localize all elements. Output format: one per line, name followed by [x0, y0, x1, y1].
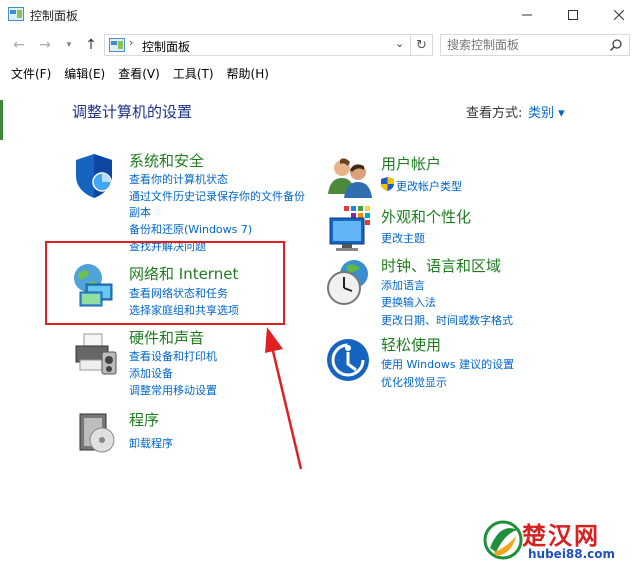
link-devices-printers[interactable]: 查看设备和打印机	[129, 348, 217, 364]
watermark-logo-icon	[483, 520, 523, 560]
link-change-theme[interactable]: 更改主题	[381, 230, 425, 246]
category-user-accounts-title[interactable]: 用户帐户	[381, 153, 441, 174]
chevron-down-icon: ▾	[66, 40, 72, 50]
link-change-input-method[interactable]: 更换输入法	[381, 294, 436, 310]
refresh-icon: ↻	[416, 37, 427, 53]
address-dropdown-icon[interactable]: ⌄	[395, 37, 404, 50]
back-arrow-icon: ←	[13, 37, 25, 53]
refresh-button[interactable]: ↻	[411, 34, 433, 56]
menu-file[interactable]: 文件(F)	[8, 62, 54, 84]
close-button[interactable]	[596, 0, 640, 30]
search-icon[interactable]	[609, 38, 623, 52]
control-panel-icon	[8, 7, 24, 21]
link-backup-restore[interactable]: 备份和还原(Windows 7)	[129, 221, 252, 237]
category-clock-region-title[interactable]: 时钟、语言和区域	[381, 255, 501, 276]
link-mobility-settings[interactable]: 调整常用移动设置	[129, 382, 217, 398]
highlight-box	[45, 241, 285, 325]
address-bar[interactable]: › 控制面板 ⌄	[104, 34, 411, 56]
minimize-icon	[522, 14, 532, 16]
annotation-arrow	[265, 327, 303, 470]
up-button[interactable]: ↑	[82, 36, 100, 54]
menu-edit[interactable]: 编辑(E)	[61, 62, 108, 84]
uac-shield-icon	[381, 177, 394, 191]
breadcrumb-separator-icon[interactable]: ›	[129, 36, 133, 49]
up-arrow-icon: ↑	[85, 37, 97, 53]
link-add-language[interactable]: 添加语言	[381, 277, 425, 293]
watermark-name: 楚汉网	[522, 522, 600, 550]
view-by-dropdown[interactable]: 类别 ▾	[528, 102, 565, 121]
link-windows-suggested-settings[interactable]: 使用 Windows 建议的设置	[381, 356, 514, 372]
maximize-button[interactable]	[550, 0, 596, 30]
link-optimize-visual-display[interactable]: 优化视觉显示	[381, 374, 447, 390]
link-uninstall-program[interactable]: 卸载程序	[129, 435, 173, 451]
watermark: 楚汉网 hubei88.com	[480, 516, 640, 564]
maximize-icon	[568, 10, 578, 20]
category-hardware-sound-title[interactable]: 硬件和声音	[129, 327, 204, 348]
printer-icon	[75, 333, 117, 375]
close-icon	[614, 10, 624, 20]
forward-arrow-icon: →	[39, 37, 51, 53]
search-box[interactable]	[440, 34, 630, 56]
ease-of-access-icon	[327, 339, 369, 381]
link-change-date-time-format[interactable]: 更改日期、时间或数字格式	[381, 312, 513, 328]
page-title: 调整计算机的设置	[72, 103, 193, 121]
view-by-label: 查看方式:	[466, 106, 523, 121]
link-file-history[interactable]: 通过文件历史记录保存你的文件备份	[129, 188, 305, 204]
menu-tools[interactable]: 工具(T)	[170, 62, 217, 84]
recent-locations-button[interactable]: ▾	[60, 36, 78, 54]
appearance-monitor-icon	[329, 206, 370, 251]
title-bar: 控制面板	[0, 0, 640, 30]
category-ease-of-access-title[interactable]: 轻松使用	[381, 334, 441, 355]
back-button[interactable]: ←	[10, 36, 28, 54]
category-programs-title[interactable]: 程序	[129, 409, 159, 430]
forward-button[interactable]: →	[36, 36, 54, 54]
minimize-button[interactable]	[504, 0, 550, 30]
search-input[interactable]	[441, 35, 601, 55]
window-title: 控制面板	[30, 9, 79, 23]
link-add-device[interactable]: 添加设备	[129, 365, 173, 381]
link-file-history-cont[interactable]: 副本	[129, 204, 151, 220]
link-view-computer-status[interactable]: 查看你的计算机状态	[129, 171, 228, 187]
window-edge-accent	[0, 100, 3, 140]
control-panel-icon	[109, 38, 125, 52]
menu-help[interactable]: 帮助(H)	[224, 62, 272, 84]
category-system-security-title[interactable]: 系统和安全	[129, 150, 204, 171]
category-appearance-title[interactable]: 外观和个性化	[381, 206, 471, 227]
menu-bar: 文件(F) 编辑(E) 查看(V) 工具(T) 帮助(H)	[0, 62, 640, 84]
clock-globe-icon	[327, 260, 368, 305]
navigation-bar: ← → ▾ ↑ › 控制面板 ⌄ ↻	[0, 30, 640, 60]
menu-view[interactable]: 查看(V)	[115, 62, 163, 84]
breadcrumb-control-panel[interactable]: 控制面板	[142, 38, 190, 55]
shield-icon	[76, 154, 112, 198]
programs-icon	[79, 413, 115, 453]
watermark-url: hubei88.com	[528, 547, 616, 561]
link-change-account-type[interactable]: 更改帐户类型	[396, 178, 462, 194]
users-icon	[328, 158, 372, 198]
